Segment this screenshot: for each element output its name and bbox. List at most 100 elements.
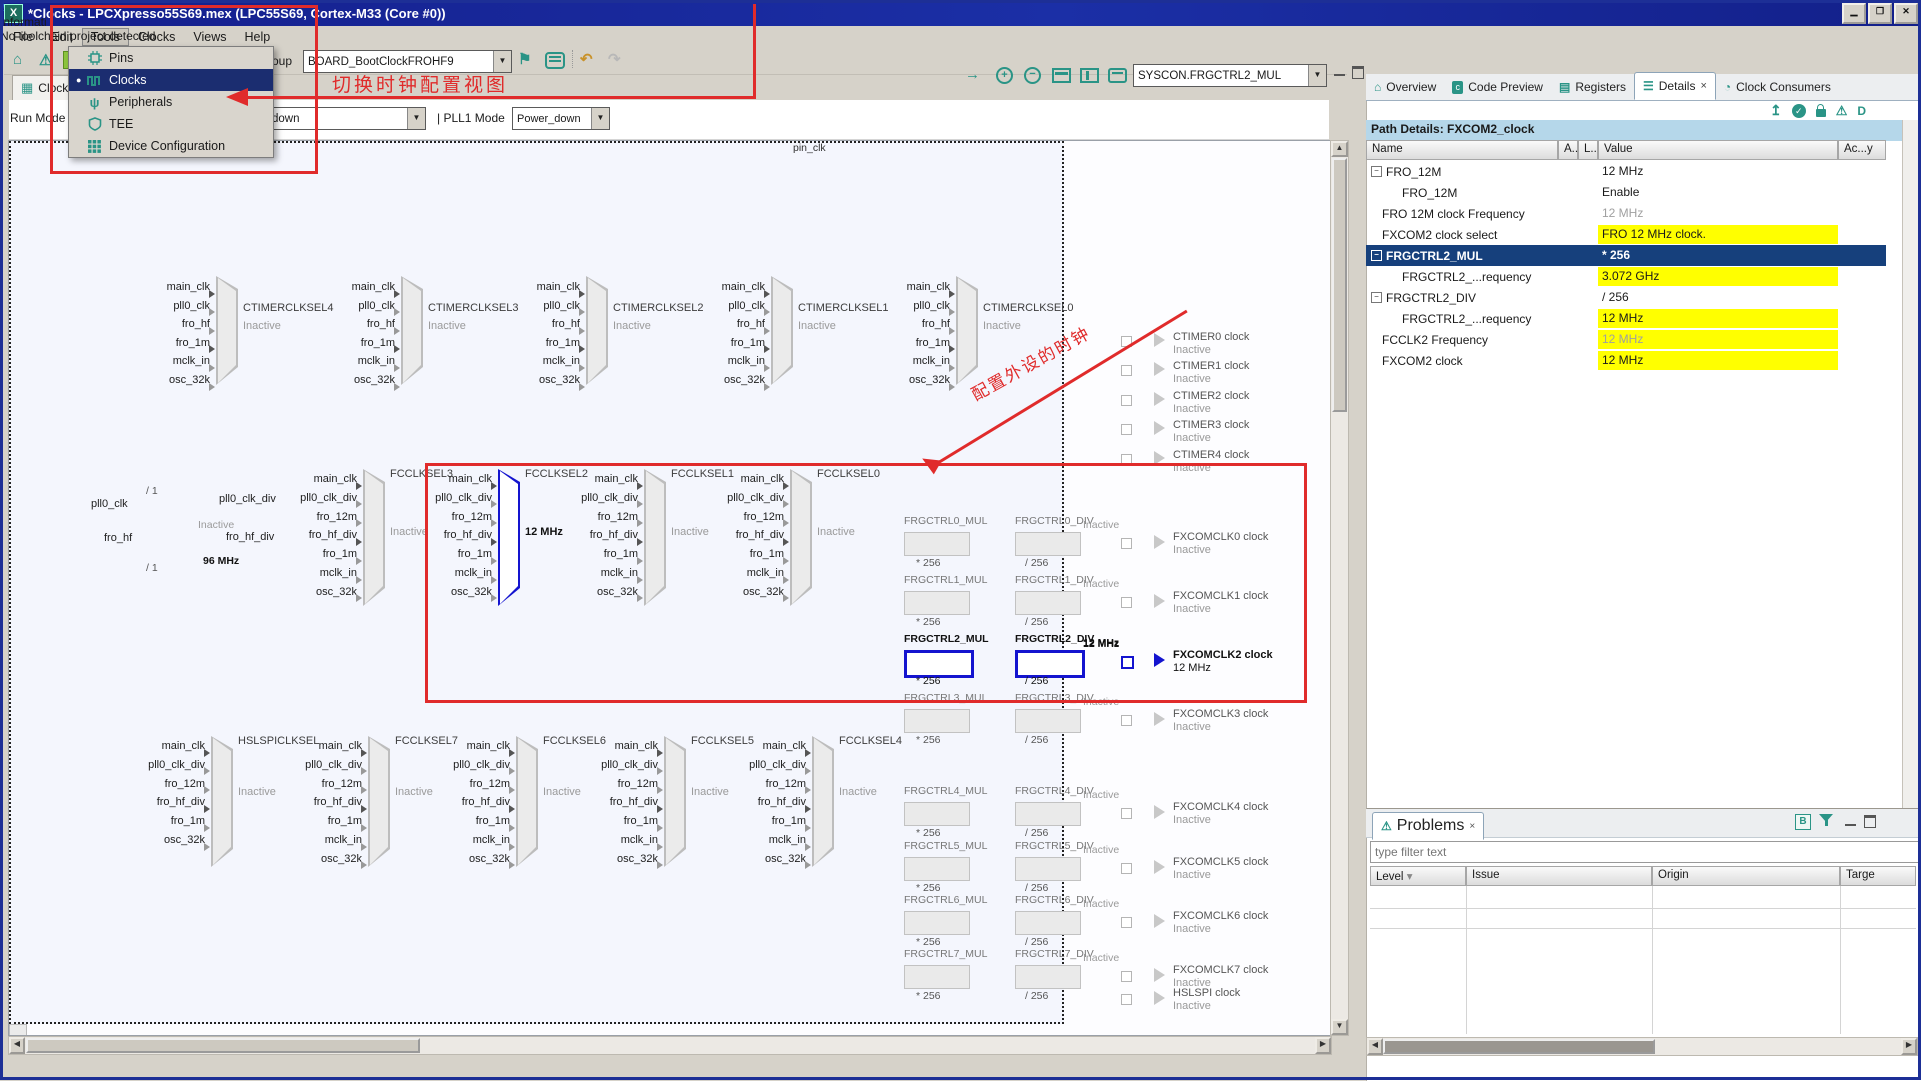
mux-label: CTIMERCLKSEL0 <box>983 302 1073 314</box>
annotation-rect-diagram <box>425 463 1307 703</box>
go-to-icon[interactable]: → <box>965 66 980 83</box>
details-scrollbar[interactable] <box>1902 120 1918 808</box>
output-label: CTIMER2 clock <box>1173 390 1249 402</box>
output-connector[interactable] <box>1121 365 1132 376</box>
problems-column-header-2[interactable]: Origin <box>1652 866 1840 886</box>
close-button[interactable]: ✕ <box>1894 3 1918 24</box>
input-arrow-icon <box>361 749 367 757</box>
frg-mul-box[interactable] <box>904 802 970 826</box>
column-header-0[interactable]: Name <box>1366 140 1558 160</box>
output-connector[interactable] <box>1121 424 1132 435</box>
frg-div-label: FRGCTRL6_DIV <box>1015 894 1094 906</box>
note-icon[interactable] <box>1108 68 1127 83</box>
fit-height-icon[interactable] <box>1080 68 1099 83</box>
fit-width-icon[interactable] <box>1052 68 1071 83</box>
output-connector[interactable] <box>1121 395 1132 406</box>
chevron-down-icon[interactable]: ▼ <box>493 51 511 72</box>
vertical-scrollbar[interactable]: ▲ ▼ <box>1330 140 1349 1036</box>
chevron-down-icon[interactable]: ▼ <box>1308 65 1326 86</box>
toggle-b-icon[interactable]: B <box>1795 814 1811 830</box>
input-arrow-icon <box>509 824 515 832</box>
frg-div-box[interactable] <box>1015 965 1081 989</box>
output-connector[interactable] <box>1121 917 1132 928</box>
frg-div-box[interactable] <box>1015 857 1081 881</box>
pin-clk-mux[interactable] <box>9 1024 27 1036</box>
problems-column-header-0[interactable]: Level ▾ <box>1370 866 1466 886</box>
maximize-view-icon[interactable] <box>1352 66 1364 79</box>
frg-mul-box[interactable] <box>904 965 970 989</box>
problems-column-header-3[interactable]: Targe <box>1840 866 1916 886</box>
home-icon[interactable]: ⌂ <box>13 51 22 68</box>
output-connector[interactable] <box>1121 863 1132 874</box>
frg-mul-box[interactable] <box>904 911 970 935</box>
tab-registers[interactable]: ▤Registers <box>1551 74 1634 100</box>
tab-clock-consumers[interactable]: ◔Clock Consumers <box>1716 74 1839 100</box>
divider-input-label: pll0_clk <box>91 498 128 510</box>
output-connector[interactable] <box>1121 994 1132 1005</box>
input-arrow-icon <box>805 749 811 757</box>
minimize-button[interactable]: ▁ <box>1842 3 1866 24</box>
table-row[interactable]: FRO_12MEnable <box>1366 182 1886 203</box>
frg-mul-box[interactable] <box>904 857 970 881</box>
pll1-mode-combo[interactable]: Power_down▼ <box>512 107 610 130</box>
diagram-selection-combo[interactable]: SYSCON.FRGCTRL2_MUL▼ <box>1133 64 1327 87</box>
table-row[interactable]: FRO 12M clock Frequency12 MHz <box>1366 203 1886 224</box>
mux-status: Inactive <box>238 786 276 798</box>
detail-name: FRGCTRL2_...requency <box>1402 312 1531 326</box>
table-row[interactable]: −FRO_12M12 MHz <box>1366 161 1886 182</box>
detail-value: 12 MHz <box>1598 351 1838 370</box>
detail-name: FRO_12M <box>1386 165 1441 179</box>
undo-icon[interactable]: ↶ <box>580 50 593 68</box>
maximize-panel-icon[interactable] <box>1864 815 1876 828</box>
table-row[interactable]: FXCOM2 clock selectFRO 12 MHz clock. <box>1366 224 1886 245</box>
comment-icon[interactable] <box>545 52 565 69</box>
frg-mul-box[interactable] <box>904 709 970 733</box>
expand-collapse-icon[interactable]: − <box>1371 250 1382 261</box>
column-header-3[interactable]: Value <box>1598 140 1838 160</box>
table-row[interactable]: −FRGCTRL2_DIV/ 256 <box>1366 287 1886 308</box>
problems-scrollbar[interactable]: ◀ ▶ <box>1366 1037 1918 1056</box>
maximize-button[interactable]: ❐ <box>1868 3 1892 24</box>
problems-column-header-1[interactable]: Issue <box>1466 866 1652 886</box>
collapse-all-icon[interactable]: ↥ <box>1770 102 1782 119</box>
tab-label: Overview <box>1386 80 1436 94</box>
column-header-4[interactable]: Ac...y <box>1838 140 1886 160</box>
minimize-view-icon[interactable] <box>1334 70 1345 76</box>
table-row[interactable]: FXCOM2 clock12 MHz <box>1366 350 1886 371</box>
table-row[interactable]: FRGCTRL2_...requency12 MHz <box>1366 308 1886 329</box>
frg-div-box[interactable] <box>1015 709 1081 733</box>
table-row[interactable]: FRGCTRL2_...requency3.072 GHz <box>1366 266 1886 287</box>
table-row[interactable]: FCCLK2 Frequency12 MHz <box>1366 329 1886 350</box>
column-header-2[interactable]: L.. <box>1578 140 1598 160</box>
mux-input-label: fro_1m <box>679 337 765 349</box>
redo-icon[interactable]: ↷ <box>608 50 621 68</box>
zoom-out-icon[interactable]: − <box>1024 67 1041 84</box>
ok-circle-icon[interactable]: ✓ <box>1792 104 1806 118</box>
close-icon[interactable]: × <box>1700 80 1706 92</box>
tab-code-preview[interactable]: cCode Preview <box>1444 74 1551 100</box>
table-row[interactable]: −FRGCTRL2_MUL* 256 <box>1366 245 1886 266</box>
lock-icon[interactable] <box>1816 109 1826 117</box>
frg-div-box[interactable] <box>1015 802 1081 826</box>
problems-filter-input[interactable] <box>1370 841 1920 863</box>
frg-div-box[interactable] <box>1015 911 1081 935</box>
tab-overview[interactable]: ⌂Overview <box>1366 74 1444 100</box>
expand-collapse-icon[interactable]: − <box>1371 292 1382 303</box>
zoom-in-icon[interactable]: + <box>996 67 1013 84</box>
output-connector[interactable] <box>1121 971 1132 982</box>
horizontal-scrollbar[interactable]: ◀ ▶ <box>8 1036 1332 1055</box>
delta-icon[interactable]: D <box>1857 104 1866 118</box>
filter-funnel-icon[interactable] <box>1819 814 1835 830</box>
column-header-1[interactable]: A.. <box>1558 140 1578 160</box>
warning-icon[interactable]: ⚠ <box>1836 103 1848 119</box>
tab-details[interactable]: ☰Details× <box>1634 72 1716 100</box>
mux-input-label: mclk_in <box>276 834 362 846</box>
output-connector[interactable] <box>1121 808 1132 819</box>
minimize-panel-icon[interactable] <box>1845 820 1856 826</box>
tab-problems[interactable]: ⚠ Problems × <box>1372 812 1484 840</box>
close-icon[interactable]: × <box>1469 821 1475 832</box>
output-label: CTIMER1 clock <box>1173 360 1249 372</box>
output-connector[interactable] <box>1121 715 1132 726</box>
flag-icon[interactable]: ⚑ <box>518 50 531 68</box>
expand-collapse-icon[interactable]: − <box>1371 166 1382 177</box>
